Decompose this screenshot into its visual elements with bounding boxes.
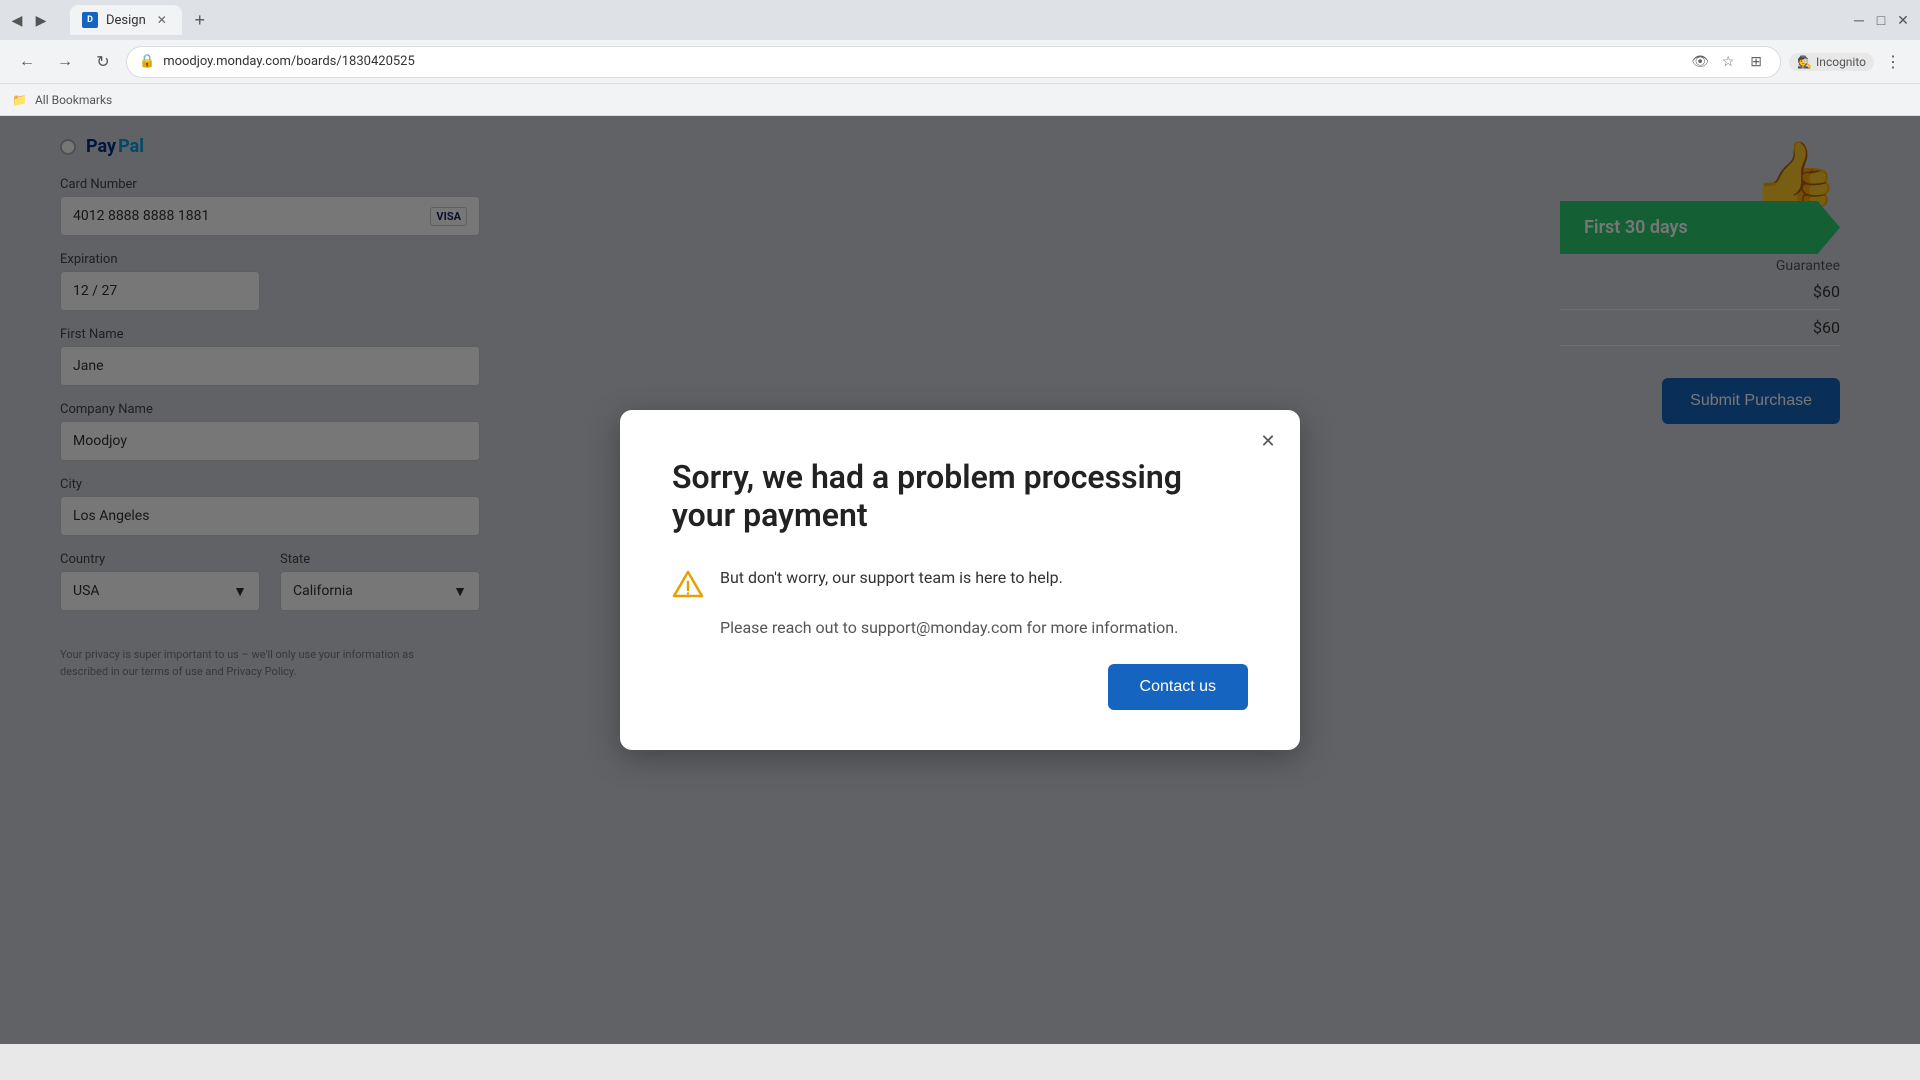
tab-close-button[interactable]: ✕ bbox=[154, 12, 170, 28]
tab-favicon: D bbox=[82, 12, 98, 28]
chrome-right-icons: 🕵 Incognito ⋮ bbox=[1789, 47, 1908, 77]
payment-error-modal: ✕ Sorry, we had a problem processing you… bbox=[620, 410, 1300, 751]
bookmarks-label: All Bookmarks bbox=[35, 93, 112, 107]
modal-title: Sorry, we had a problem processing your … bbox=[672, 458, 1248, 535]
support-text: But don't worry, our support team is her… bbox=[720, 566, 1063, 590]
window-controls: ◀ ▶ bbox=[8, 11, 50, 29]
bookmark-icon[interactable]: ☆ bbox=[1716, 50, 1740, 74]
incognito-icon: 🕵 bbox=[1797, 55, 1812, 69]
tab-title: Design bbox=[106, 13, 146, 28]
address-bar-icons: 👁 ☆ ⊞ bbox=[1688, 50, 1768, 74]
url-text: moodjoy.monday.com/boards/1830420525 bbox=[163, 54, 1680, 69]
close-window-button[interactable]: ✕ bbox=[1894, 11, 1912, 29]
modal-body: But don't worry, our support team is her… bbox=[672, 566, 1248, 640]
address-bar[interactable]: 🔒 moodjoy.monday.com/boards/1830420525 👁… bbox=[126, 46, 1781, 78]
bookmarks-bar: 📁 All Bookmarks bbox=[0, 84, 1920, 116]
reload-button[interactable]: ↻ bbox=[88, 47, 118, 77]
incognito-badge: 🕵 Incognito bbox=[1789, 53, 1874, 71]
eye-off-icon[interactable]: 👁 bbox=[1688, 50, 1712, 74]
warning-icon bbox=[672, 568, 704, 600]
address-bar-row: ← → ↻ 🔒 moodjoy.monday.com/boards/183042… bbox=[0, 40, 1920, 84]
modal-overlay: ✕ Sorry, we had a problem processing you… bbox=[0, 116, 1920, 1044]
active-tab[interactable]: D Design ✕ bbox=[70, 5, 182, 35]
modal-close-button[interactable]: ✕ bbox=[1252, 426, 1284, 458]
contact-info-text: Please reach out to support@monday.com f… bbox=[672, 616, 1248, 640]
contact-us-button[interactable]: Contact us bbox=[1108, 664, 1248, 710]
window-controls-right: ─ □ ✕ bbox=[1850, 11, 1912, 29]
browser-window: ◀ ▶ D Design ✕ + ─ □ ✕ ← → ↻ 🔒 moodjoy.m… bbox=[0, 0, 1920, 116]
back-nav-button[interactable]: ← bbox=[12, 47, 42, 77]
page-area: PayPal Card Number 4012 8888 8888 1881 V… bbox=[0, 116, 1920, 1044]
back-button[interactable]: ◀ bbox=[8, 11, 26, 29]
incognito-label: Incognito bbox=[1816, 55, 1866, 69]
tab-bar: D Design ✕ + bbox=[62, 2, 1842, 38]
new-tab-button[interactable]: + bbox=[186, 6, 214, 34]
title-bar: ◀ ▶ D Design ✕ + ─ □ ✕ bbox=[0, 0, 1920, 40]
sidebar-icon[interactable]: ⊞ bbox=[1744, 50, 1768, 74]
lock-icon: 🔒 bbox=[139, 54, 155, 69]
maximize-button[interactable]: □ bbox=[1872, 11, 1890, 29]
chrome-menu-button[interactable]: ⋮ bbox=[1878, 47, 1908, 77]
forward-nav-button[interactable]: → bbox=[50, 47, 80, 77]
minimize-button[interactable]: ─ bbox=[1850, 11, 1868, 29]
warning-row: But don't worry, our support team is her… bbox=[672, 566, 1248, 600]
bookmarks-folder-icon: 📁 bbox=[12, 93, 27, 107]
forward-button[interactable]: ▶ bbox=[32, 11, 50, 29]
modal-actions: Contact us bbox=[672, 664, 1248, 710]
